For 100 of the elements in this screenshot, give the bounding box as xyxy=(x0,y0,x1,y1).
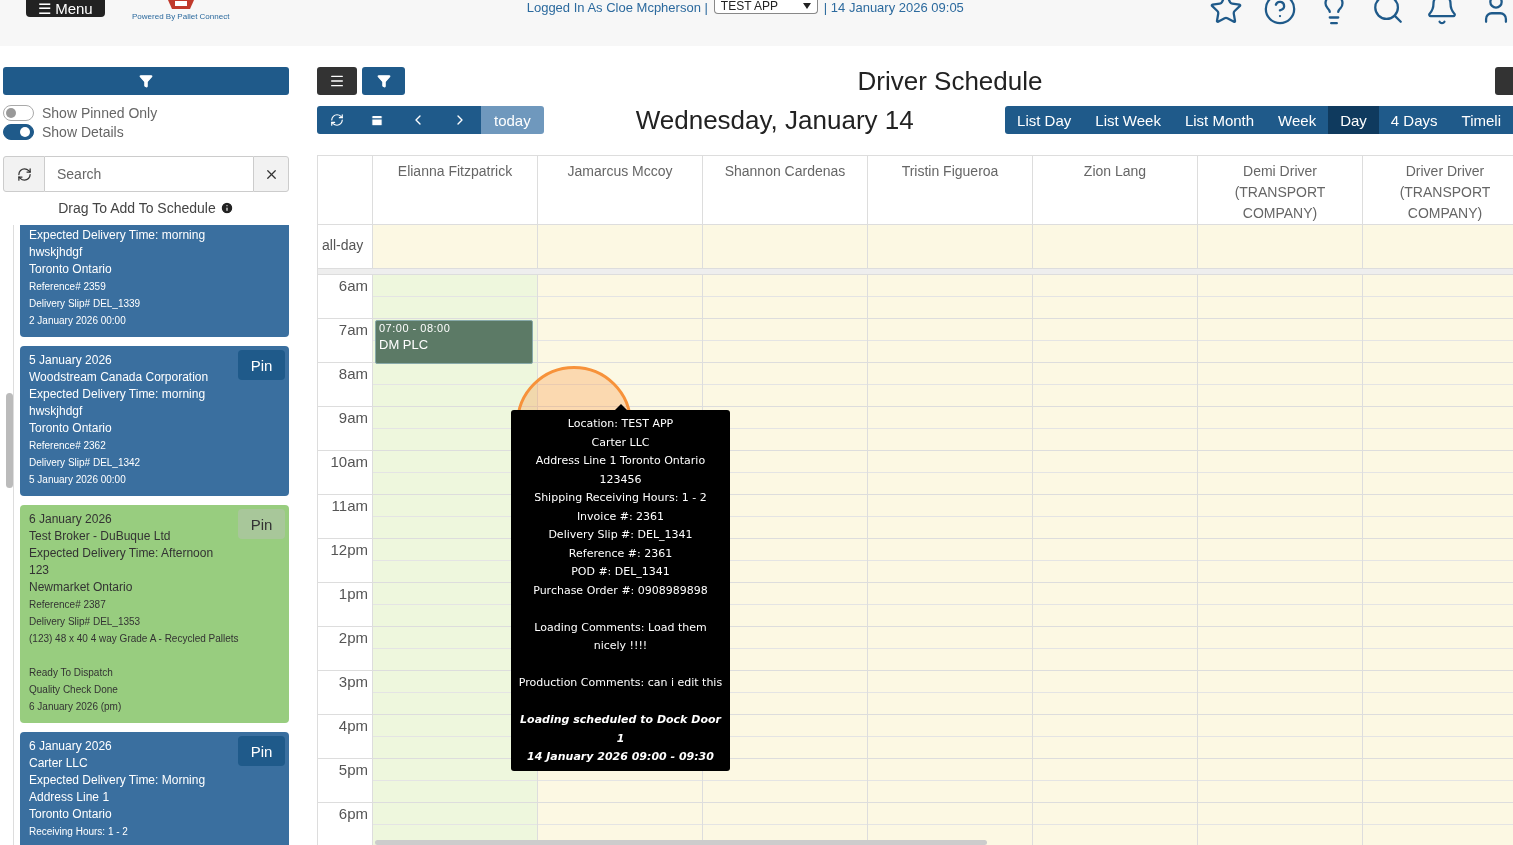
menu-button[interactable]: ☰ Menu xyxy=(26,0,105,17)
toggle-label: Show Details xyxy=(42,124,124,140)
logo-caption: Powered By Pallet Connect xyxy=(132,12,230,21)
tooltip-line: Delivery Slip #: DEL_1341 xyxy=(547,527,694,543)
card-line: Carter LLC xyxy=(29,755,88,772)
tooltip-line: Production Comments: can i edit this xyxy=(517,675,724,691)
card-note: Quality Check Done xyxy=(29,683,118,697)
filter-button[interactable] xyxy=(362,67,405,95)
hour-label: 12pm xyxy=(318,539,372,583)
pin-button[interactable]: Pin xyxy=(238,350,285,380)
card-line: Expected Delivery Time: Morning xyxy=(29,772,206,789)
event-time: 07:00 - 08:00 xyxy=(379,322,452,334)
refresh-button[interactable] xyxy=(3,156,45,192)
hour-label: 4pm xyxy=(318,715,372,759)
company-select[interactable]: TEST APP xyxy=(713,0,818,14)
hour-label: 1pm xyxy=(318,583,372,627)
hour-label: 8am xyxy=(318,363,372,407)
tooltip-line: Address Line 1 Toronto Ontario 123456 xyxy=(534,453,707,488)
calendar-icon xyxy=(370,113,384,127)
info-icon xyxy=(219,201,234,215)
menu-icon xyxy=(329,73,345,89)
event-title: DM PLC xyxy=(379,337,430,352)
hour-label: 11am xyxy=(318,495,372,539)
card-note: 6 January 2026 (pm) xyxy=(29,700,122,714)
star-icon[interactable] xyxy=(1209,0,1243,26)
tooltip-footer: Loading scheduled to Dock Door 1 xyxy=(517,711,724,748)
card-line: Expected Delivery Time: morning xyxy=(29,227,206,244)
card-line: Toronto Ontario xyxy=(29,261,112,278)
card-line: 123 xyxy=(29,562,50,579)
refresh-icon xyxy=(16,166,32,182)
menu-button[interactable] xyxy=(317,67,357,95)
tooltip-line: Reference #: 2361 xyxy=(567,545,674,562)
card-line: Expected Delivery Time: morning xyxy=(29,386,206,403)
card-line: hwskjhdgf xyxy=(29,403,83,420)
search-icon[interactable] xyxy=(1371,0,1405,26)
card-line: Delivery Slip# DEL_1342 xyxy=(29,456,141,470)
scrollbar-thumb[interactable] xyxy=(6,393,13,488)
card-line: (123) 48 x 40 4 way Grade A - Recycled Pallets xyxy=(29,632,239,646)
tooltip-line: Carter LLC xyxy=(590,434,651,451)
bell-icon[interactable] xyxy=(1425,0,1459,26)
tooltip-line: Purchase Order #: 0908989898 xyxy=(532,582,709,599)
tooltip-line: POD #: DEL_1341 xyxy=(570,564,671,580)
card-line: 5 January 2026 00:00 xyxy=(29,473,126,487)
refresh-button[interactable] xyxy=(317,106,357,134)
card-line: Address Line 1 xyxy=(29,789,110,806)
card-line: Delivery Slip# DEL_1339 xyxy=(29,297,141,311)
card-line: Newmarket Ontario xyxy=(29,579,133,596)
card-line: Delivery Slip# DEL_1353 xyxy=(29,615,141,629)
card-line: 2 January 2026 00:00 xyxy=(29,314,126,328)
hour-label: 7am xyxy=(318,319,372,363)
filter-icon xyxy=(139,74,153,88)
date-time-text: | 14 January 2026 09:05 xyxy=(823,0,964,15)
view-tab[interactable]: Week xyxy=(1266,106,1329,134)
date-title: Wednesday, January 14 xyxy=(635,104,915,136)
hour-label: 10am xyxy=(318,451,372,495)
pin-button[interactable]: Pin xyxy=(238,736,285,766)
card-line: Woodstream Canada Corporation xyxy=(29,369,209,386)
hour-label: 5pm xyxy=(318,759,372,803)
card-line: Expected Delivery Time: Afternoon xyxy=(29,545,214,562)
pin-button[interactable]: Pin xyxy=(238,509,285,539)
toggle-switch[interactable] xyxy=(3,105,34,121)
view-tab[interactable]: List Day xyxy=(1005,106,1084,134)
card-line: Toronto Ontario xyxy=(29,420,112,437)
tooltip-line: Invoice #: 2361 xyxy=(575,508,666,525)
card-line: 6 January 2026 xyxy=(29,738,112,755)
view-tab[interactable]: Day xyxy=(1328,106,1379,134)
card-line: Reference# 2387 xyxy=(29,598,106,612)
scrollbar-thumb[interactable] xyxy=(375,840,987,845)
toggle-switch[interactable] xyxy=(3,124,34,140)
help-icon[interactable] xyxy=(1263,0,1297,26)
card-line: Test Broker - DuBuque Ltd xyxy=(29,528,171,545)
caret-icon xyxy=(802,3,811,9)
card-line: Reference# 2362 xyxy=(29,439,106,453)
card-note: Ready To Dispatch xyxy=(29,666,113,680)
page-title: Driver Schedule xyxy=(856,65,1044,97)
view-tab[interactable]: List Month xyxy=(1172,106,1267,134)
drag-hint-text: Drag To Add To Schedule xyxy=(58,200,216,216)
hour-label: 6pm xyxy=(318,803,372,845)
card-line: Receiving Hours: 1 - 2 xyxy=(29,825,128,839)
card-line: Reference# 2359 xyxy=(29,280,106,294)
toggle-label: Show Pinned Only xyxy=(42,105,158,121)
next-button[interactable] xyxy=(439,106,481,134)
hour-label: 9am xyxy=(318,407,372,451)
card-line: 5 January 2026 xyxy=(29,352,112,369)
hour-label: 6am xyxy=(318,275,372,319)
tooltip-line: Loading Comments: Load them nicely !!!! xyxy=(533,619,708,654)
hour-label: 2pm xyxy=(318,627,372,671)
search-field[interactable]: Search xyxy=(45,156,253,192)
refresh-icon xyxy=(330,113,344,127)
card-line: Toronto Ontario xyxy=(29,806,112,823)
view-tab[interactable]: 4 Days xyxy=(1378,106,1450,134)
filter-icon xyxy=(376,74,391,88)
tooltip-line: Location: TEST APP xyxy=(566,416,675,432)
logged-in-text: Logged In As Cloe Mcpherson | xyxy=(526,0,708,15)
card-line: hwskjhdgf xyxy=(29,244,83,261)
tooltip-footer: 14 January 2026 09:00 - 09:30 xyxy=(517,748,724,767)
hour-label: 3pm xyxy=(318,671,372,715)
view-tab[interactable]: List Week xyxy=(1083,106,1173,134)
view-tab[interactable]: Timeli xyxy=(1449,106,1513,134)
schedule-event[interactable]: 07:00 - 08:00 DM PLC xyxy=(375,320,533,364)
